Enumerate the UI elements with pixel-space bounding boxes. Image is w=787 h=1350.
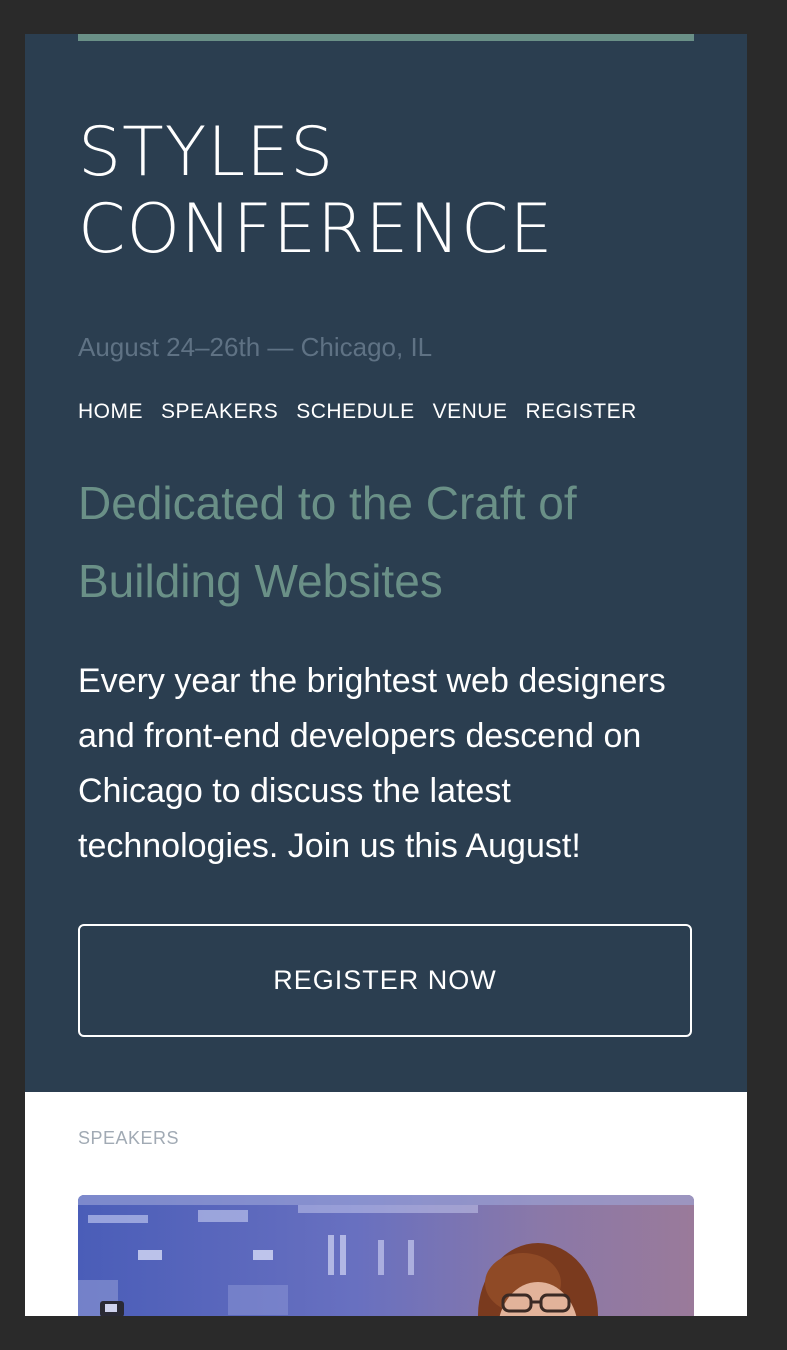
event-tagline: August 24–26th — Chicago, IL [78, 332, 433, 362]
nav-item-register[interactable]: REGISTER [525, 400, 636, 424]
primary-nav: HOME SPEAKERS SCHEDULE VENUE REGISTER [78, 400, 637, 424]
speaker-photo [78, 1195, 694, 1316]
logo-line-styles: STYLES [78, 113, 335, 192]
hero-section: STYLES CONFERENCE August 24–26th — Chica… [25, 34, 747, 1092]
nav-item-venue[interactable]: VENUE [433, 400, 508, 424]
logo-line-conference: CONFERENCE [78, 190, 554, 269]
page-viewport: STYLES CONFERENCE August 24–26th — Chica… [25, 34, 747, 1316]
nav-item-speakers[interactable]: SPEAKERS [161, 400, 278, 424]
accent-top-bar [78, 34, 694, 41]
hero-headline: Dedicated to the Craft of Building Websi… [78, 477, 577, 607]
hero-lead-text: Every year the brightest web designers a… [78, 662, 666, 865]
speakers-section: SPEAKERS [25, 1092, 747, 1316]
section-label-speakers: SPEAKERS [78, 1128, 180, 1148]
register-now-button[interactable]: REGISTER NOW [78, 924, 692, 1037]
nav-item-home[interactable]: HOME [78, 400, 143, 424]
speaker-photo-image [78, 1195, 694, 1316]
site-logo[interactable]: STYLES CONFERENCE [78, 114, 698, 268]
nav-item-schedule[interactable]: SCHEDULE [296, 400, 414, 424]
